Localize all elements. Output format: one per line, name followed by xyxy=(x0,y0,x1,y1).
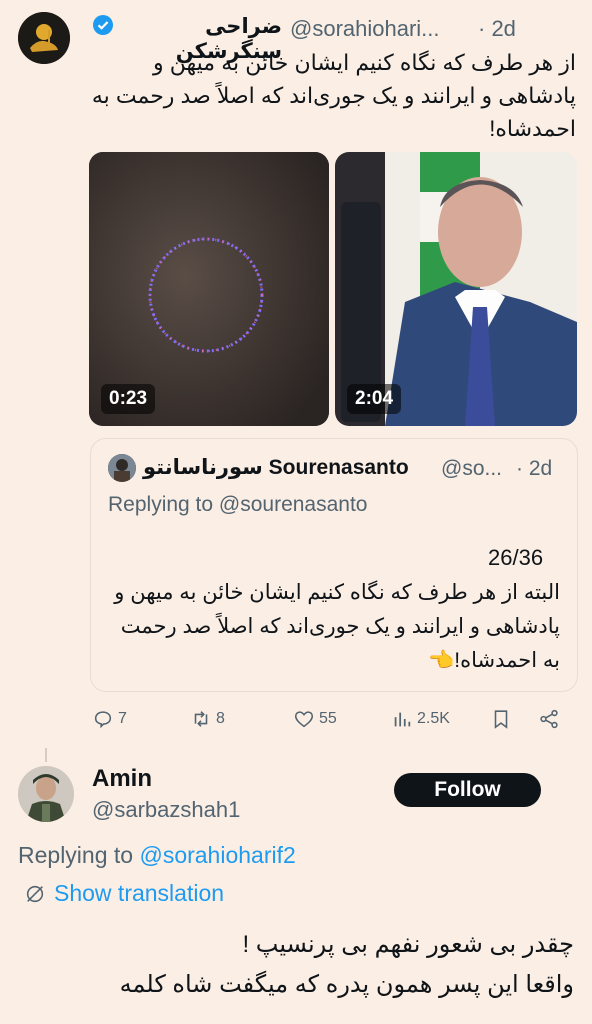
heart-icon xyxy=(294,711,314,728)
reply-text-line-2: واقعا این پسر همون پدره که میگفت شاه کلم… xyxy=(119,971,574,998)
retweet-icon xyxy=(194,711,208,727)
translate-globe-icon xyxy=(26,885,44,902)
quoted-author-display-name: سورناسانتو Sourenasanto xyxy=(143,456,409,479)
video-duration-2: 2:04 xyxy=(347,384,402,414)
video-thumbnail-2[interactable]: 2:04 xyxy=(335,152,577,426)
replying-to-handle-link[interactable]: @sorahioharif2 xyxy=(139,842,295,868)
reply-author-handle[interactable]: @sarbazshah1 xyxy=(92,797,240,823)
views-chart-icon xyxy=(394,712,411,727)
show-translation-link[interactable]: Show translation xyxy=(24,880,224,907)
reply-bubble-icon xyxy=(94,711,112,729)
share-action[interactable] xyxy=(538,708,560,730)
retweet-count: 8 xyxy=(216,710,225,727)
like-action[interactable]: 55 xyxy=(293,708,337,730)
follow-button[interactable]: Follow xyxy=(394,773,541,807)
views-action[interactable]: 2.5K xyxy=(391,708,450,730)
like-count: 55 xyxy=(319,710,337,727)
quoted-thread-count: 26/36 xyxy=(488,545,544,570)
reply-action[interactable]: 7 xyxy=(92,708,127,730)
video-duration-1: 0:23 xyxy=(101,384,156,414)
author-avatar[interactable] xyxy=(18,12,70,64)
quoted-tweet-time: · 2d xyxy=(516,457,553,480)
lion-and-sun-emblem-icon xyxy=(18,12,70,64)
video-thumbnail-1[interactable]: 0:23 xyxy=(89,152,329,426)
reply-author-display-name[interactable]: Amin xyxy=(92,765,152,793)
bookmark-icon xyxy=(494,710,508,729)
reply-replying-to: Replying to @sorahioharif2 xyxy=(18,842,296,869)
soldier-photo xyxy=(18,766,74,822)
quoted-tweet-card[interactable]: سورناسانتو Sourenasanto @so... · 2d Repl… xyxy=(90,438,578,692)
quoted-author-handle: @so... xyxy=(441,457,503,480)
quoted-tweet-text: البته از هر طرف که نگاه کنیم ایشان خائن … xyxy=(114,581,560,672)
quoted-replying-to: Replying to @sourenasanto xyxy=(108,493,368,516)
retweet-action[interactable]: 8 xyxy=(190,708,225,730)
reply-author-avatar[interactable] xyxy=(18,766,74,822)
views-count: 2.5K xyxy=(417,710,450,727)
reply-text-line-1: چقدر بی شعور نفهم بی پرنسیپ ! xyxy=(242,931,574,958)
verified-badge-icon xyxy=(92,14,114,36)
share-icon xyxy=(540,709,558,729)
tweet-time[interactable]: · 2d xyxy=(478,16,516,42)
reply-count: 7 xyxy=(118,710,127,727)
tweet-text: از هر طرف که نگاه کنیم ایشان خائن به میه… xyxy=(91,50,576,141)
bookmark-action[interactable] xyxy=(490,708,512,730)
author-handle[interactable]: @sorahiohari... xyxy=(290,16,440,42)
quoted-author-avatar xyxy=(108,454,136,482)
replying-to-label: Replying to xyxy=(18,842,140,868)
thread-connector-line xyxy=(45,748,47,762)
show-translation-label: Show translation xyxy=(54,880,225,906)
